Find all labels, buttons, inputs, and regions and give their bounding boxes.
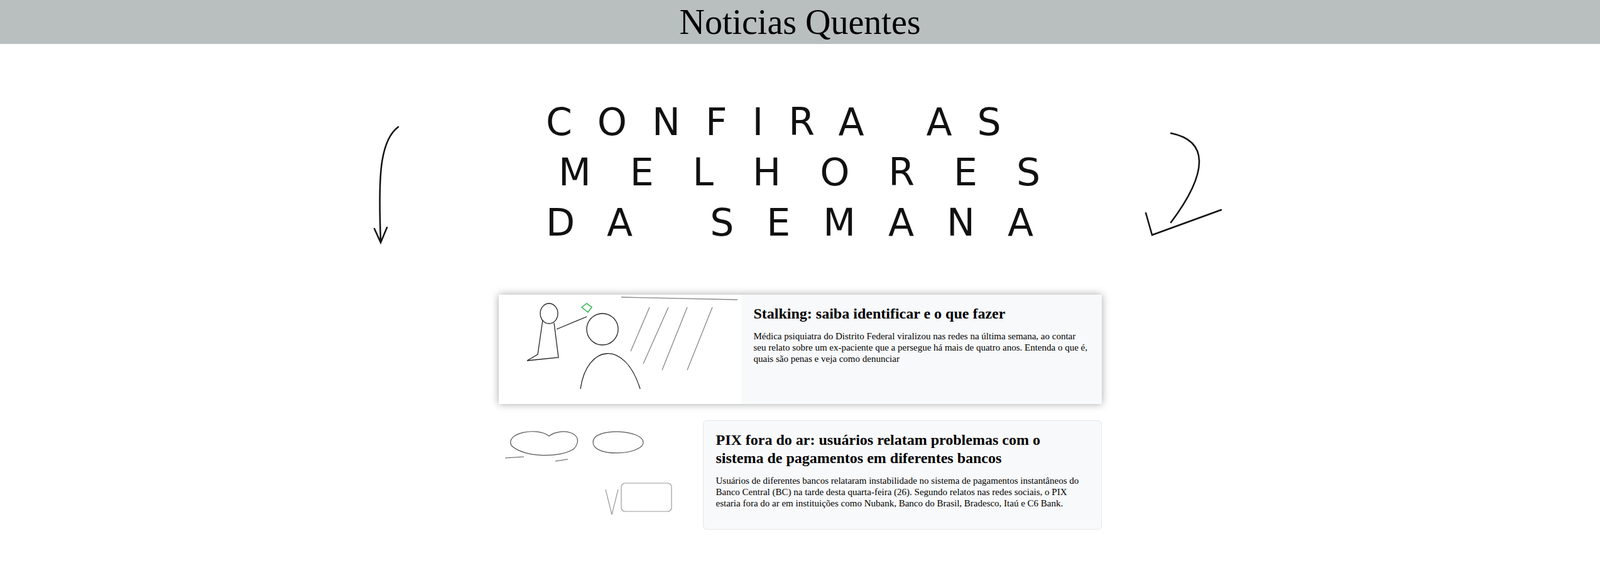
article-card[interactable]: PIX fora do ar: usuários relatam problem… — [498, 420, 1102, 530]
article-title[interactable]: PIX fora do ar: usuários relatam problem… — [716, 430, 1089, 468]
stalking-sketch-icon — [498, 294, 742, 404]
header-bar: Noticias Quentes — [0, 0, 1600, 44]
left-arrow-icon — [373, 121, 405, 248]
article-image — [498, 294, 742, 404]
banner: CONFIRA ASMELHORESDA SEMANA — [373, 96, 1228, 251]
article-body: PIX fora do ar: usuários relatam problem… — [702, 420, 1102, 530]
banner-text: CONFIRA ASMELHORESDA SEMANA — [520, 96, 1080, 251]
banner-line: CONFIRA AS — [545, 96, 1080, 147]
article-list: Stalking: saiba identificar e o que faze… — [0, 294, 1600, 530]
banner-line: DA SEMANA — [545, 197, 1080, 248]
right-arrow-icon — [1133, 128, 1228, 242]
site-title[interactable]: Noticias Quentes — [679, 0, 921, 44]
page: Noticias Quentes CONFIRA ASMELHORESDA SEM… — [0, 0, 1600, 555]
article-summary: Usuários de diferentes bancos relataram … — [716, 474, 1089, 509]
article-title[interactable]: Stalking: saiba identificar e o que faze… — [753, 304, 1090, 323]
article-card[interactable]: Stalking: saiba identificar e o que faze… — [498, 294, 1102, 404]
article-summary: Médica psiquiatra do Distrito Federal vi… — [753, 330, 1090, 365]
article-body: Stalking: saiba identificar e o que faze… — [741, 294, 1102, 404]
banner-line: MELHORES — [545, 146, 1080, 198]
pix-sketch-icon — [498, 420, 703, 530]
article-image — [498, 420, 703, 530]
